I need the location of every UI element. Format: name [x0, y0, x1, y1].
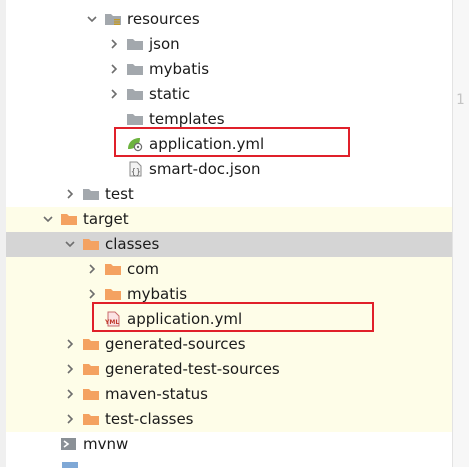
excluded-folder-icon — [104, 286, 122, 302]
clipped-row-top — [6, 0, 452, 2]
tree-node-application-yml[interactable]: YML application.yml — [6, 307, 452, 332]
tree-node-templates[interactable]: templates — [6, 107, 452, 132]
project-tree[interactable]: resources json mybatis static templates appli… — [6, 0, 452, 468]
tree-node-mvnw[interactable]: mvnw — [6, 432, 452, 457]
excluded-folder-icon — [82, 361, 100, 377]
chevron-down-icon[interactable] — [41, 212, 55, 226]
tree-node-label: mybatis — [149, 60, 210, 78]
tree-node-json[interactable]: json — [6, 32, 452, 57]
tree-node-label: resources — [127, 10, 200, 28]
yml-file-icon: YML — [104, 311, 122, 327]
tree-node-test[interactable]: test — [6, 182, 452, 207]
chevron-right-icon[interactable] — [63, 387, 77, 401]
chevron-right-icon[interactable] — [107, 62, 121, 76]
chevron-down-icon[interactable] — [85, 12, 99, 26]
excluded-folder-icon — [82, 386, 100, 402]
tree-node-label: smart-doc.json — [149, 160, 261, 178]
json-file-icon: {} — [126, 161, 144, 177]
tree-node-com[interactable]: com — [6, 257, 452, 282]
tree-node-label: mvnw — [83, 435, 129, 453]
folder-icon — [82, 186, 100, 202]
tree-node-label: templates — [149, 110, 225, 128]
excluded-folder-icon — [82, 411, 100, 427]
editor-line-number: 1 — [456, 92, 465, 108]
excluded-folder-icon — [82, 236, 100, 252]
tree-node-label: com — [127, 260, 160, 278]
tree-node-generated-sources[interactable]: generated-sources — [6, 332, 452, 357]
tree-node-label: target — [83, 210, 129, 228]
tree-node-label: mybatis — [127, 285, 188, 303]
chevron-right-icon[interactable] — [85, 287, 99, 301]
excluded-folder-icon — [82, 336, 100, 352]
tree-node-maven-status[interactable]: maven-status — [6, 382, 452, 407]
chevron-down-icon[interactable] — [63, 237, 77, 251]
chevron-right-icon[interactable] — [63, 187, 77, 201]
tree-node-static[interactable]: static — [6, 82, 452, 107]
folder-icon — [126, 36, 144, 52]
chevron-right-icon[interactable] — [63, 412, 77, 426]
tree-node-smart-doc-json[interactable]: {} smart-doc.json — [6, 157, 452, 182]
script-file-icon — [60, 436, 78, 452]
tree-node-mybatis[interactable]: mybatis — [6, 57, 452, 82]
chevron-right-icon[interactable] — [63, 362, 77, 376]
tree-node-generated-test-sources[interactable]: generated-test-sources — [6, 357, 452, 382]
excluded-folder-icon — [104, 261, 122, 277]
tree-node-label: maven-status — [105, 385, 208, 403]
folder-icon — [126, 61, 144, 77]
tree-node-label: test — [105, 185, 134, 203]
clipped-row-bottom — [6, 462, 452, 472]
excluded-folder-icon — [60, 211, 78, 227]
tree-node-resources[interactable]: resources — [6, 7, 452, 32]
tree-node-label: application.yml — [149, 135, 265, 153]
chevron-right-icon[interactable] — [63, 337, 77, 351]
svg-text:YML: YML — [104, 319, 119, 326]
chevron-right-icon[interactable] — [85, 262, 99, 276]
tree-node-application-yml[interactable]: application.yml — [6, 132, 452, 157]
tree-node-classes[interactable]: classes — [6, 232, 452, 257]
tree-node-target[interactable]: target — [6, 207, 452, 232]
tree-node-label: application.yml — [127, 310, 243, 328]
tree-node-label: classes — [105, 235, 160, 253]
chevron-right-icon[interactable] — [107, 37, 121, 51]
chevron-right-icon[interactable] — [107, 87, 121, 101]
folder-icon — [126, 111, 144, 127]
tree-node-mybatis[interactable]: mybatis — [6, 282, 452, 307]
spring-config-icon — [126, 136, 144, 152]
tree-node-label: json — [149, 35, 180, 53]
tree-node-test-classes[interactable]: test-classes — [6, 407, 452, 432]
resources-folder-icon — [104, 11, 122, 27]
tree-node-label: generated-test-sources — [105, 360, 280, 378]
tree-node-label: static — [149, 85, 191, 103]
tree-node-label: generated-sources — [105, 335, 246, 353]
editor-pane-edge — [452, 0, 469, 467]
tree-node-label: test-classes — [105, 410, 194, 428]
svg-text:{}: {} — [131, 167, 141, 176]
folder-icon — [126, 86, 144, 102]
